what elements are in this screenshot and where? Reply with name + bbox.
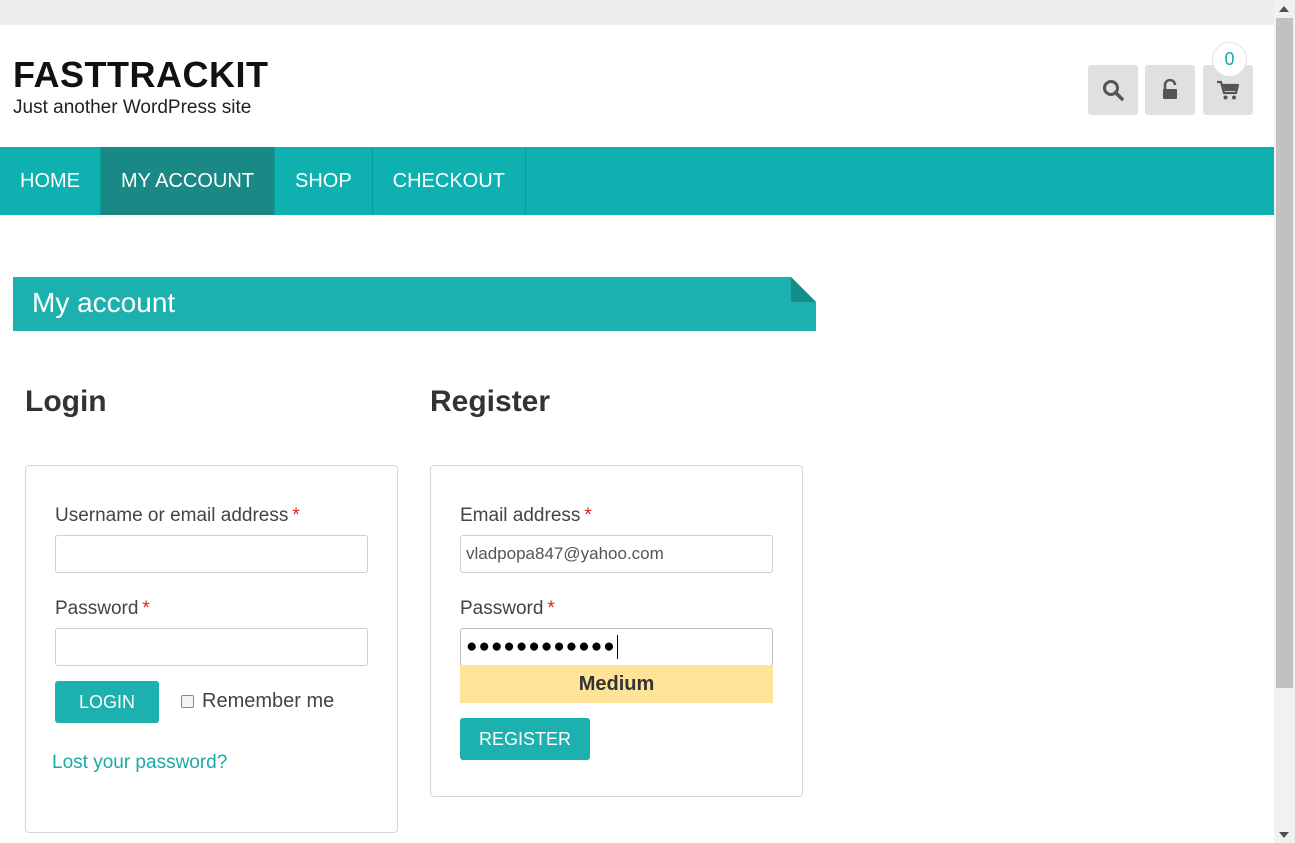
login-heading: Login (25, 385, 107, 418)
unlock-icon (1163, 79, 1177, 99)
vertical-scrollbar[interactable] (1274, 0, 1295, 843)
site-tagline: Just another WordPress site (13, 97, 252, 118)
browser-top-strip (0, 0, 1295, 25)
register-password-label-text: Password (460, 598, 544, 619)
search-icon (1103, 80, 1124, 101)
required-mark: * (292, 505, 300, 526)
register-password-input[interactable]: ●●●●●●●●●●●● (460, 628, 773, 666)
scrollbar-thumb[interactable] (1276, 18, 1293, 688)
password-mask: ●●●●●●●●●●●● (466, 636, 616, 657)
login-password-label-text: Password (55, 598, 139, 619)
login-password-label: Password * (55, 598, 150, 620)
login-password-input[interactable] (55, 628, 368, 666)
title-corner-fold-shade (791, 277, 816, 302)
nav-item-checkout[interactable]: CHECKOUT (373, 147, 526, 215)
register-password-label: Password * (460, 598, 555, 620)
header-search-button[interactable] (1088, 65, 1138, 115)
page: FASTTRACKIT Just another WordPress site … (0, 25, 1274, 843)
main-navigation: HOME MY ACCOUNT SHOP CHECKOUT (0, 147, 1274, 215)
username-input[interactable] (55, 535, 368, 573)
username-label: Username or email address * (55, 505, 300, 527)
email-label: Email address * (460, 505, 592, 527)
login-button[interactable]: LOGIN (55, 681, 159, 723)
required-mark: * (547, 598, 555, 619)
login-form: Username or email address * Password * LOG… (25, 465, 398, 833)
scroll-down-arrow-icon[interactable] (1279, 832, 1289, 838)
register-heading: Register (430, 385, 551, 418)
nav-item-shop[interactable]: SHOP (275, 147, 373, 215)
scroll-up-arrow-icon[interactable] (1279, 6, 1289, 12)
site-title[interactable]: FASTTRACKIT (13, 54, 268, 96)
required-mark: * (142, 598, 150, 619)
email-label-text: Email address (460, 505, 581, 526)
page-title-bar: My account (13, 277, 816, 331)
cart-count-badge: 0 (1212, 42, 1247, 77)
cart-icon (1217, 80, 1240, 100)
nav-item-my-account[interactable]: MY ACCOUNT (101, 147, 275, 215)
register-form: Email address * vladpopa847@yahoo.com Pas… (430, 465, 803, 797)
page-title: My account (32, 287, 176, 318)
remember-me-checkbox[interactable] (181, 695, 194, 708)
password-strength-meter: Medium (460, 665, 773, 703)
remember-me[interactable]: Remember me (181, 690, 334, 713)
text-caret (616, 635, 618, 659)
email-input[interactable]: vladpopa847@yahoo.com (460, 535, 773, 573)
lost-password-link[interactable]: Lost your password? (52, 752, 227, 774)
header-account-button[interactable] (1145, 65, 1195, 115)
nav-item-home[interactable]: HOME (0, 147, 101, 215)
required-mark: * (584, 505, 592, 526)
register-button[interactable]: REGISTER (460, 718, 590, 760)
username-label-text: Username or email address (55, 505, 289, 526)
remember-me-label: Remember me (202, 690, 335, 712)
